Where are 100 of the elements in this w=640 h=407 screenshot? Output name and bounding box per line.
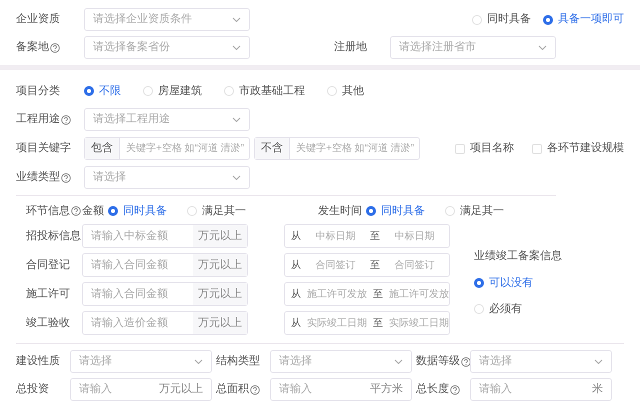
- field-label: 招投标信息: [26, 228, 81, 244]
- radio-button[interactable]: [474, 278, 484, 288]
- keyword-prefix: 包含: [85, 138, 120, 159]
- chevron-down-icon: [538, 44, 547, 50]
- field-label: 业绩类型: [16, 170, 60, 186]
- amount-field[interactable]: 请输入合同金额 万元以上: [82, 282, 248, 306]
- field-label: 竣工验收: [26, 316, 70, 331]
- help-icon: [71, 206, 81, 216]
- radio-button[interactable]: [543, 14, 553, 24]
- select-field[interactable]: 请选择: [270, 350, 412, 373]
- field-label: 总长度: [416, 382, 449, 398]
- chevron-down-icon: [232, 44, 241, 50]
- field-label: 企业资质: [16, 12, 60, 28]
- date-range-field[interactable]: 从 实际竣工日期 至 实际竣工日期: [284, 311, 450, 335]
- date-range-field[interactable]: 从 施工许可发放 至 施工许可发放: [284, 282, 450, 306]
- radio-label: 不限: [99, 84, 121, 99]
- radio-label: 满足其一: [202, 204, 246, 219]
- radio-label: 同时具备: [381, 204, 425, 219]
- radio-button[interactable]: [445, 206, 455, 216]
- unit-label: 平方米: [370, 382, 403, 398]
- number-field[interactable]: 请输入 平方米: [270, 378, 412, 401]
- from-label: 从: [291, 258, 301, 272]
- checkbox-label: 项目名称: [470, 141, 514, 156]
- number-field[interactable]: 请输入 米: [470, 378, 612, 401]
- amount-field[interactable]: 请输入中标金额 万元以上: [82, 224, 248, 248]
- field-label: 建设性质: [16, 354, 60, 370]
- amount-label: 金额: [82, 204, 104, 219]
- unit-label: 万元以上: [193, 254, 247, 276]
- keyword-prefix: 不含: [255, 138, 290, 159]
- chevron-down-icon: [194, 358, 203, 364]
- date-range-field[interactable]: 从 合同签订 至 合同签订: [284, 253, 450, 277]
- select-field[interactable]: 请选择备案省份: [84, 36, 250, 59]
- radio-button[interactable]: [143, 86, 153, 96]
- to-label: 至: [373, 316, 383, 330]
- help-icon: [450, 384, 460, 394]
- radio-button[interactable]: [187, 206, 197, 216]
- keyword-field[interactable]: 不含 关键字+空格 如“河道 清淤”: [254, 137, 420, 160]
- radio-label: 房屋建筑: [158, 84, 202, 99]
- select-field[interactable]: 请选择企业资质条件: [84, 8, 250, 31]
- help-icon: [50, 42, 60, 52]
- chevron-down-icon: [394, 358, 403, 364]
- field-label: 工程用途: [16, 112, 60, 128]
- amount-field[interactable]: 请输入合同金额 万元以上: [82, 253, 248, 277]
- to-label: 至: [373, 288, 383, 302]
- radio-button[interactable]: [224, 86, 234, 96]
- field-label: 总投资: [16, 382, 49, 398]
- field-label: 合同登记: [26, 258, 70, 273]
- field-label: 项目关键字: [16, 140, 71, 156]
- checkbox[interactable]: [532, 144, 542, 154]
- chevron-down-icon: [232, 16, 241, 22]
- select-field[interactable]: 请选择: [470, 350, 612, 373]
- unit-label: 万元以上: [193, 225, 247, 247]
- field-label: 数据等级: [416, 354, 460, 370]
- keyword-field[interactable]: 包含 关键字+空格 如“河道 清淤”: [84, 137, 250, 160]
- time-label: 发生时间: [318, 204, 362, 219]
- radio-button[interactable]: [327, 86, 337, 96]
- completion-filing-label: 业绩竣工备案信息: [474, 248, 562, 264]
- field-label: 项目分类: [16, 84, 60, 99]
- checkbox-label: 各环节建设规模: [547, 141, 624, 156]
- from-label: 从: [291, 230, 301, 244]
- field-label: 结构类型: [216, 354, 260, 370]
- field-label: 备案地: [16, 40, 49, 56]
- amount-field[interactable]: 请输入造价金额 万元以上: [82, 311, 248, 335]
- field-label: 施工许可: [26, 286, 70, 302]
- field-label: 环节信息: [26, 204, 70, 219]
- from-label: 从: [291, 288, 301, 302]
- chevron-down-icon: [594, 358, 603, 364]
- help-icon: [61, 172, 71, 182]
- radio-button[interactable]: [472, 14, 482, 24]
- to-label: 至: [370, 258, 380, 272]
- unit-label: 万元以上: [193, 312, 247, 334]
- checkbox[interactable]: [455, 144, 465, 154]
- radio-label: 同时具备: [487, 12, 531, 28]
- radio-label: 满足其一: [460, 204, 504, 219]
- radio-label: 可以没有: [489, 276, 533, 290]
- help-icon: [61, 114, 71, 124]
- radio-label: 具备一项即可: [558, 12, 624, 28]
- select-field[interactable]: 请选择工程用途: [84, 108, 250, 131]
- chevron-down-icon: [232, 174, 241, 180]
- number-field[interactable]: 请输入 万元以上: [70, 378, 212, 401]
- radio-button[interactable]: [366, 206, 376, 216]
- field-label: 总面积: [216, 382, 249, 398]
- chevron-down-icon: [232, 116, 241, 122]
- to-label: 至: [370, 230, 380, 244]
- from-label: 从: [291, 316, 301, 330]
- radio-label: 必须有: [489, 302, 522, 317]
- select-field[interactable]: 请选择: [84, 166, 250, 189]
- unit-label: 万元以上: [193, 283, 247, 305]
- radio-button[interactable]: [84, 86, 94, 96]
- help-icon: [250, 384, 260, 394]
- unit-label: 米: [592, 382, 603, 398]
- select-field[interactable]: 请选择: [70, 350, 212, 373]
- unit-label: 万元以上: [159, 382, 203, 398]
- date-range-field[interactable]: 从 中标日期 至 中标日期: [284, 224, 450, 248]
- select-field[interactable]: 请选择注册省市: [390, 36, 556, 59]
- help-icon: [461, 356, 471, 366]
- field-label: 注册地: [334, 40, 367, 56]
- radio-button[interactable]: [474, 304, 484, 314]
- radio-button[interactable]: [108, 206, 118, 216]
- radio-label: 其他: [342, 84, 364, 99]
